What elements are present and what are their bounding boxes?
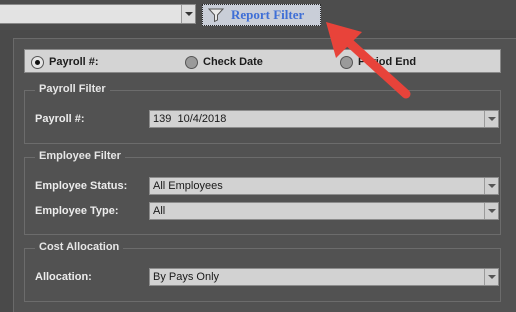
payroll-number-select[interactable]: 139 10/4/2018 <box>149 110 499 128</box>
chevron-down-icon[interactable] <box>484 111 498 127</box>
allocation-select[interactable]: By Pays Only <box>149 268 499 286</box>
report-filter-button[interactable]: Report Filter <box>202 4 321 26</box>
employee-filter-title: Employee Filter <box>35 150 125 162</box>
report-filter-label: Report Filter <box>231 7 305 22</box>
payroll-number-label: Payroll #: <box>35 113 85 125</box>
top-combo-box[interactable] <box>0 4 196 24</box>
filter-panel: Payroll #: Check Date Period End Payroll… <box>13 38 516 312</box>
chevron-down-icon[interactable] <box>484 269 498 285</box>
employee-status-select[interactable]: All Employees <box>149 177 499 195</box>
chevron-down-icon[interactable] <box>181 5 195 23</box>
funnel-icon <box>207 8 225 23</box>
cost-allocation-title: Cost Allocation <box>35 241 124 253</box>
chevron-down-icon[interactable] <box>484 178 498 194</box>
payroll-filter-title: Payroll Filter <box>35 83 110 95</box>
allocation-label: Allocation: <box>35 271 92 283</box>
radio-payroll[interactable]: Payroll #: <box>31 54 99 70</box>
radio-checked-icon <box>31 55 44 69</box>
filter-mode-radio-group: Payroll #: Check Date Period End <box>24 49 501 73</box>
employee-filter-group: Employee Filter Employee Status: All Emp… <box>24 150 501 235</box>
employee-status-value: All Employees <box>153 180 223 192</box>
top-toolbar: Report Filter <box>0 0 516 30</box>
employee-type-select[interactable]: All <box>149 202 499 220</box>
radio-check-date[interactable]: Check Date <box>185 54 263 70</box>
annotation-arrow-icon <box>326 22 411 99</box>
payroll-filter-group: Payroll Filter Payroll #: 139 10/4/2018 <box>24 83 501 144</box>
allocation-value: By Pays Only <box>153 271 220 283</box>
employee-status-label: Employee Status: <box>35 180 128 192</box>
payroll-number-value: 139 10/4/2018 <box>153 113 227 125</box>
employee-type-label: Employee Type: <box>35 205 119 217</box>
chevron-down-icon[interactable] <box>484 203 498 219</box>
employee-type-value: All <box>153 205 166 217</box>
radio-payroll-label: Payroll #: <box>49 56 99 68</box>
radio-check-date-label: Check Date <box>203 56 263 68</box>
radio-unchecked-icon <box>185 55 198 69</box>
cost-allocation-group: Cost Allocation Allocation: By Pays Only <box>24 241 501 302</box>
